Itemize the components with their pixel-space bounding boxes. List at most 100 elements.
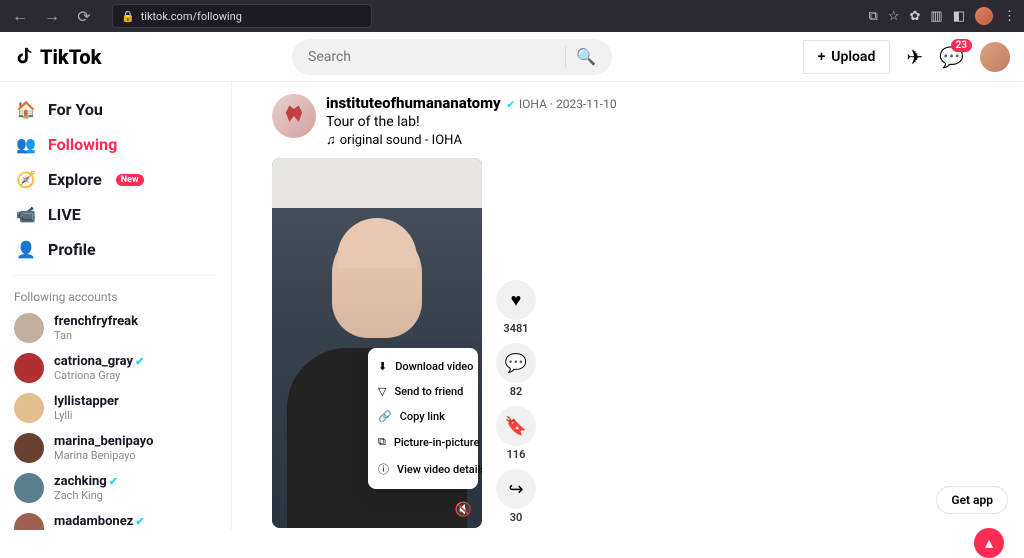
url-text: tiktok.com/following [141, 10, 242, 23]
ctx-download[interactable]: ⬇Download video [368, 354, 478, 379]
scroll-top-button[interactable]: ▲ [974, 528, 1004, 558]
sidebar-account[interactable]: catriona_gray✔Catriona Gray [0, 348, 231, 388]
heart-icon[interactable]: ♥ [496, 280, 536, 320]
share-icon[interactable]: ↪ [496, 469, 536, 509]
inbox-icon[interactable]: 💬23 [939, 45, 964, 69]
logo-text: TikTok [40, 45, 101, 69]
account-username: lyllistapper [54, 394, 119, 410]
ctx-label: Download video [395, 360, 473, 373]
send-icon: ▽ [378, 385, 386, 398]
like-action[interactable]: ♥ 3481 [496, 280, 536, 335]
account-username: frenchfryfreak [54, 314, 138, 330]
get-app-button[interactable]: Get app [936, 486, 1008, 514]
ctx-details[interactable]: ⓘView video details [368, 455, 478, 483]
sidebar: 🏠For You 👥 Following 🧭ExploreNew 📹 LIVE 👤P… [0, 82, 232, 530]
bookmark-icon[interactable]: 🔖 [496, 406, 536, 446]
anatomy-icon [280, 102, 308, 130]
nav-live[interactable]: 📹 LIVE [0, 197, 231, 232]
profile-avatar[interactable] [980, 42, 1010, 72]
users-icon: 👥 [14, 135, 38, 154]
post-username[interactable]: instituteofhumananatomy [326, 94, 501, 112]
comment-icon[interactable]: 💬 [496, 343, 536, 383]
account-username: madambonez✔ [54, 514, 145, 530]
account-subtitle: Tan [54, 329, 138, 342]
messages-icon[interactable]: ✈ [906, 45, 923, 69]
toolbar-icon[interactable]: ◧ [953, 9, 965, 24]
ctx-label: Copy link [400, 410, 445, 423]
nav-profile[interactable]: 👤Profile [0, 232, 231, 267]
sidebar-account[interactable]: frenchfryfreakTan [0, 308, 231, 348]
avatar-icon [14, 433, 44, 463]
sidebar-account[interactable]: marina_benipayoMarina Benipayo [0, 428, 231, 468]
sidebar-account[interactable]: zachking✔Zach King [0, 468, 231, 508]
nav-label: Following [48, 135, 117, 154]
back-icon[interactable]: ← [8, 4, 32, 28]
account-username: marina_benipayo [54, 434, 153, 450]
account-subtitle: Zach King [54, 489, 118, 502]
post-displayname: IOHA · 2023-11-10 [519, 97, 617, 111]
search-input[interactable] [308, 49, 565, 65]
plus-icon: + [818, 49, 826, 65]
inbox-badge: 23 [951, 39, 972, 52]
mute-icon[interactable]: 🔇 [455, 502, 472, 518]
sidebar-account[interactable]: lyllistapperLylli [0, 388, 231, 428]
extensions-icon[interactable]: ✿ [910, 9, 921, 24]
verified-icon: ✔ [135, 515, 144, 528]
verified-icon: ✔ [506, 98, 515, 111]
ctx-pip[interactable]: ⧉ Picture-in-picture [368, 429, 478, 455]
music-icon: ♫ [326, 132, 336, 148]
upload-button[interactable]: + Upload [803, 40, 891, 74]
toolbar-icon[interactable]: ▥ [930, 9, 942, 24]
ctx-send[interactable]: ▽ Send to friend [368, 379, 478, 404]
account-subtitle: Catriona Gray [54, 369, 144, 382]
save-action[interactable]: 🔖 116 [496, 406, 536, 461]
url-bar[interactable]: 🔒 tiktok.com/following [112, 4, 372, 28]
ctx-label: Send to friend [394, 385, 463, 398]
video-player[interactable]: 🔇 ⬇Download video ▽ Send to friend 🔗 Copy … [272, 158, 482, 528]
logo-icon [14, 46, 36, 68]
comment-action[interactable]: 💬82 [496, 343, 536, 398]
save-count: 116 [507, 448, 526, 461]
ctx-label: Picture-in-picture [394, 436, 480, 449]
nav-following[interactable]: 👥 Following [0, 127, 231, 162]
nav-label: LIVE [48, 205, 81, 224]
tiktok-logo[interactable]: TikTok [14, 45, 101, 69]
post-avatar[interactable] [272, 94, 316, 138]
sound-text: original sound - IOHA [340, 133, 462, 148]
reload-icon[interactable]: ⟳ [72, 4, 96, 28]
info-icon: ⓘ [378, 461, 389, 477]
following-header: Following accounts [0, 284, 231, 308]
account-username: zachking✔ [54, 474, 118, 490]
post-sound[interactable]: ♫ original sound - IOHA [326, 132, 617, 148]
ctx-copy[interactable]: 🔗 Copy link [368, 404, 478, 429]
verified-icon: ✔ [135, 355, 144, 368]
browser-chrome: ← → ⟳ 🔒 tiktok.com/following ⧉ ☆ ✿ ▥ ◧ ⋮ [0, 0, 1024, 32]
post-caption: Tour of the lab! [326, 114, 617, 130]
nav-label: Profile [48, 240, 96, 259]
divider [14, 275, 217, 276]
profile-avatar-icon[interactable] [975, 7, 993, 25]
pip-icon: ⧉ [378, 435, 386, 449]
avatar-icon [14, 473, 44, 503]
menu-icon[interactable]: ⋮ [1003, 9, 1016, 24]
nav-explore[interactable]: 🧭ExploreNew [0, 162, 231, 197]
search-icon[interactable]: 🔍 [565, 46, 596, 68]
lock-icon: 🔒 [121, 10, 135, 23]
star-icon[interactable]: ☆ [888, 9, 900, 24]
avatar-icon [14, 513, 44, 530]
sidebar-account[interactable]: madambonez✔Megan Young [0, 508, 231, 530]
toolbar-icon[interactable]: ⧉ [869, 9, 878, 24]
context-menu: ⬇Download video ▽ Send to friend 🔗 Copy li… [368, 348, 478, 489]
live-icon: 📹 [14, 205, 38, 224]
new-badge: New [116, 174, 144, 186]
compass-icon: 🧭 [14, 170, 38, 189]
link-icon: 🔗 [378, 410, 392, 423]
avatar-icon [14, 313, 44, 343]
share-action[interactable]: ↪30 [496, 469, 536, 524]
upload-label: Upload [831, 49, 875, 65]
search-box[interactable]: 🔍 [292, 39, 612, 75]
nav-foryou[interactable]: 🏠For You [0, 92, 231, 127]
ctx-label: View video details [397, 463, 482, 476]
forward-icon[interactable]: → [40, 4, 64, 28]
like-count: 3481 [503, 322, 528, 335]
